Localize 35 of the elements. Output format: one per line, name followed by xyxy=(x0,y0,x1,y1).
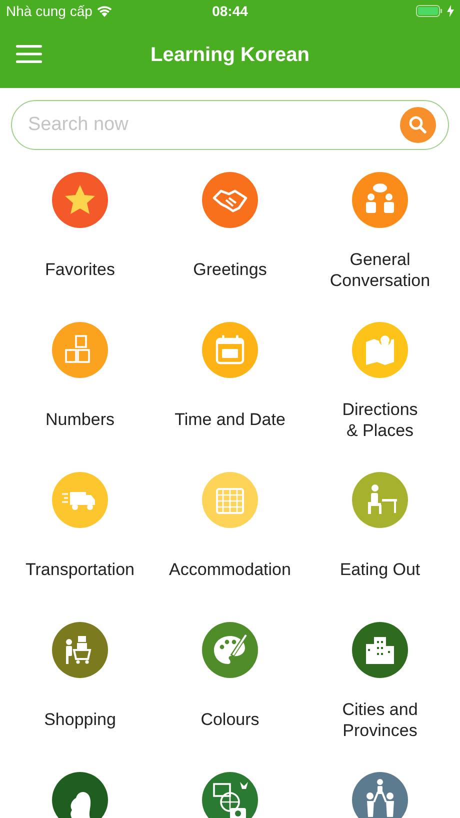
hotel-icon[interactable] xyxy=(202,472,258,528)
family-icon[interactable] xyxy=(352,772,408,818)
category-label: Cities and Provinces xyxy=(341,698,419,740)
carrier-name: Nhà cung cấp xyxy=(6,2,92,21)
category-label: Accommodation xyxy=(169,559,291,580)
map-pin-icon[interactable] xyxy=(352,322,408,378)
app-title: Learning Korean xyxy=(150,43,310,68)
blocks-icon[interactable] xyxy=(52,322,108,378)
people-chat-icon[interactable] xyxy=(352,172,408,228)
category-label: Directions & Places xyxy=(341,398,419,440)
calendar-icon[interactable] xyxy=(202,322,258,378)
wifi-icon xyxy=(96,5,114,17)
person-desk-icon[interactable] xyxy=(352,472,408,528)
handshake-icon[interactable] xyxy=(202,172,258,228)
search-bar[interactable]: Search now xyxy=(11,100,449,150)
category-label: General Conversation xyxy=(328,248,432,290)
battery-icon xyxy=(416,5,443,17)
palette-icon[interactable] xyxy=(202,622,258,678)
category-label: Colours xyxy=(200,709,260,730)
category-label: Numbers xyxy=(46,409,114,430)
clock-time: 08:44 xyxy=(212,2,248,20)
charging-icon xyxy=(447,5,454,17)
search-button[interactable] xyxy=(400,107,436,143)
truck-icon[interactable] xyxy=(52,472,108,528)
category-label: Time and Date xyxy=(174,409,286,430)
category-label: Transportation xyxy=(26,559,134,580)
buildings-icon[interactable] xyxy=(352,622,408,678)
category-label: Eating Out xyxy=(340,559,420,580)
shopping-cart-icon[interactable] xyxy=(52,622,108,678)
globe-camera-icon[interactable] xyxy=(202,772,258,818)
search-icon xyxy=(408,115,428,135)
silhouette-icon[interactable] xyxy=(52,772,108,818)
category-label: Greetings xyxy=(193,259,267,280)
category-label: Favorites xyxy=(45,259,115,280)
category-label: Shopping xyxy=(44,709,116,730)
